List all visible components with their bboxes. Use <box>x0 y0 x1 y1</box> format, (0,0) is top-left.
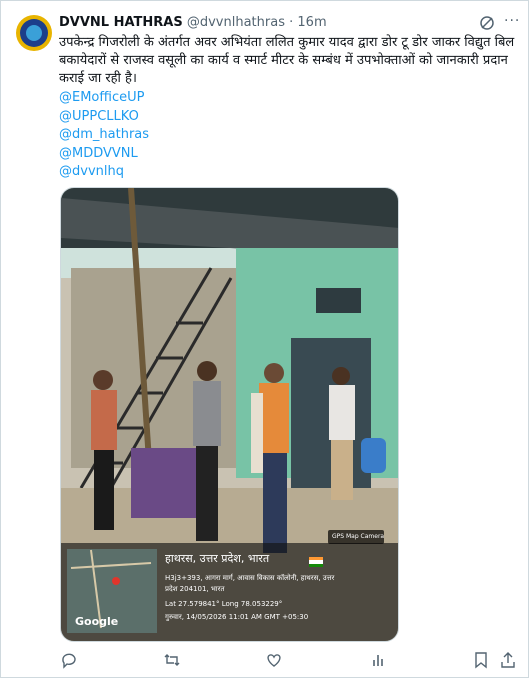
avatar[interactable] <box>16 15 52 51</box>
grok-icon[interactable] <box>479 15 495 31</box>
mention-link[interactable]: @dvvnlhq <box>59 163 149 182</box>
action-bar <box>59 651 521 671</box>
address-line-1: H3j3+393, आगरा मार्ग, आवास विकास कॉलोनी,… <box>165 574 335 582</box>
mention-link[interactable]: @dm_hathras <box>59 126 149 145</box>
author-name[interactable]: DVVNL HATHRAS <box>59 15 183 30</box>
tweet-card[interactable]: DVVNL HATHRAS @dvvnlhathras · 16m ··· उप… <box>0 0 529 678</box>
mention-link[interactable]: @UPPCLLKO <box>59 108 149 127</box>
gps-app-badge: GPS Map Camera <box>332 533 385 540</box>
like-icon[interactable] <box>265 651 283 669</box>
location-title: हाथरस, उत्तर प्रदेश, भारत <box>165 552 270 565</box>
tweet-text: उपकेन्द्र गिजरोली के अंतर्गत अवर अभियंता… <box>59 35 515 86</box>
mention-list: @EMofficeUP @UPPCLLKO @dm_hathras @MDDVV… <box>59 89 149 182</box>
author-handle[interactable]: @dvvnlhathras <box>187 15 285 30</box>
tweet-photo[interactable]: GPS Map Camera Google हाथरस, उत्तर प्रदे… <box>60 187 399 642</box>
address-line-2: प्रदेश 204101, भारत <box>165 585 225 593</box>
mention-link[interactable]: @MDDVVNL <box>59 145 149 164</box>
bookmark-icon[interactable] <box>472 651 490 669</box>
map-label: Google <box>75 615 119 628</box>
mention-link[interactable]: @EMofficeUP <box>59 89 149 108</box>
retweet-icon[interactable] <box>163 651 181 669</box>
tweet-time[interactable]: 16m <box>297 15 326 30</box>
separator-dot: · <box>289 15 294 30</box>
coordinates: Lat 27.579841° Long 78.053229° <box>165 600 283 608</box>
datetime: गुरुवार, 14/05/2026 11:01 AM GMT +05:30 <box>165 613 309 621</box>
more-icon[interactable]: ··· <box>504 13 520 29</box>
reply-icon[interactable] <box>60 651 78 669</box>
share-icon[interactable] <box>499 651 517 669</box>
views-icon[interactable] <box>370 651 388 669</box>
tweet-header: DVVNL HATHRAS @dvvnlhathras · 16m <box>59 14 327 32</box>
